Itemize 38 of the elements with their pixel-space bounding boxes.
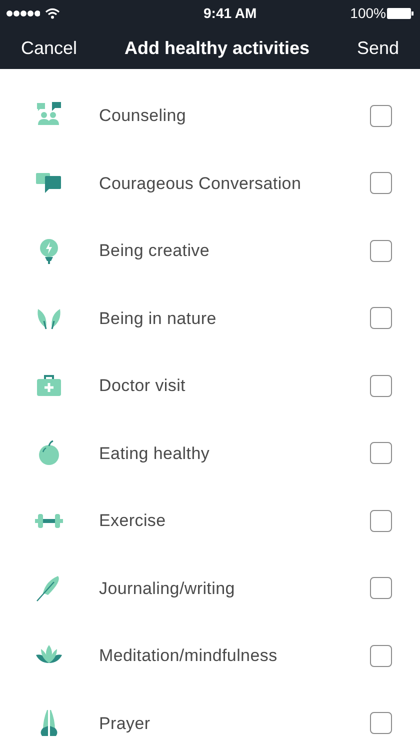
checkbox[interactable] [370, 240, 392, 262]
checkbox[interactable] [370, 442, 392, 464]
activity-row[interactable]: Prayer [0, 690, 420, 750]
battery-percent: 100% [350, 4, 386, 23]
activity-row[interactable]: Exercise [0, 487, 420, 554]
checkbox[interactable] [370, 510, 392, 532]
checkbox[interactable] [370, 577, 392, 600]
send-button[interactable]: Send [356, 34, 399, 62]
checkbox[interactable] [370, 104, 392, 127]
activity-row[interactable]: Courageous Conversation [0, 150, 420, 217]
activity-label: Eating healthy [99, 442, 210, 464]
activity-row[interactable]: Meditation/mindfulness [0, 622, 420, 690]
activity-row[interactable]: Doctor visit [0, 352, 420, 420]
checkbox[interactable] [370, 712, 392, 734]
signal-icon [6, 10, 40, 17]
checkbox[interactable] [370, 307, 392, 330]
status-time: 9:41 AM [204, 4, 257, 23]
screen-title: Add healthy activities [124, 36, 310, 60]
cancel-button[interactable]: Cancel [21, 34, 78, 62]
checkbox[interactable] [370, 644, 392, 667]
wifi-icon [45, 8, 60, 19]
activity-label: Being in nature [99, 308, 216, 330]
activity-row[interactable]: Eating healthy [0, 420, 420, 487]
activity-label: Meditation/mindfulness [99, 645, 278, 667]
activity-label: Courageous Conversation [99, 172, 302, 194]
activity-label: Exercise [99, 510, 166, 532]
activity-label: Doctor visit [99, 375, 186, 397]
activity-label: Counseling [99, 105, 186, 127]
activity-label: Prayer [99, 712, 150, 734]
checkbox[interactable] [370, 172, 392, 194]
activity-label: Being creative [99, 240, 210, 262]
activity-row[interactable]: Counseling [0, 82, 420, 150]
checkbox[interactable] [370, 374, 392, 397]
activity-row[interactable]: Being creative [0, 217, 420, 284]
battery-icon [386, 8, 414, 19]
activity-row[interactable]: Being in nature [0, 284, 420, 352]
activity-row[interactable]: Journaling/writing [0, 554, 420, 622]
activity-label: Journaling/writing [99, 578, 235, 600]
